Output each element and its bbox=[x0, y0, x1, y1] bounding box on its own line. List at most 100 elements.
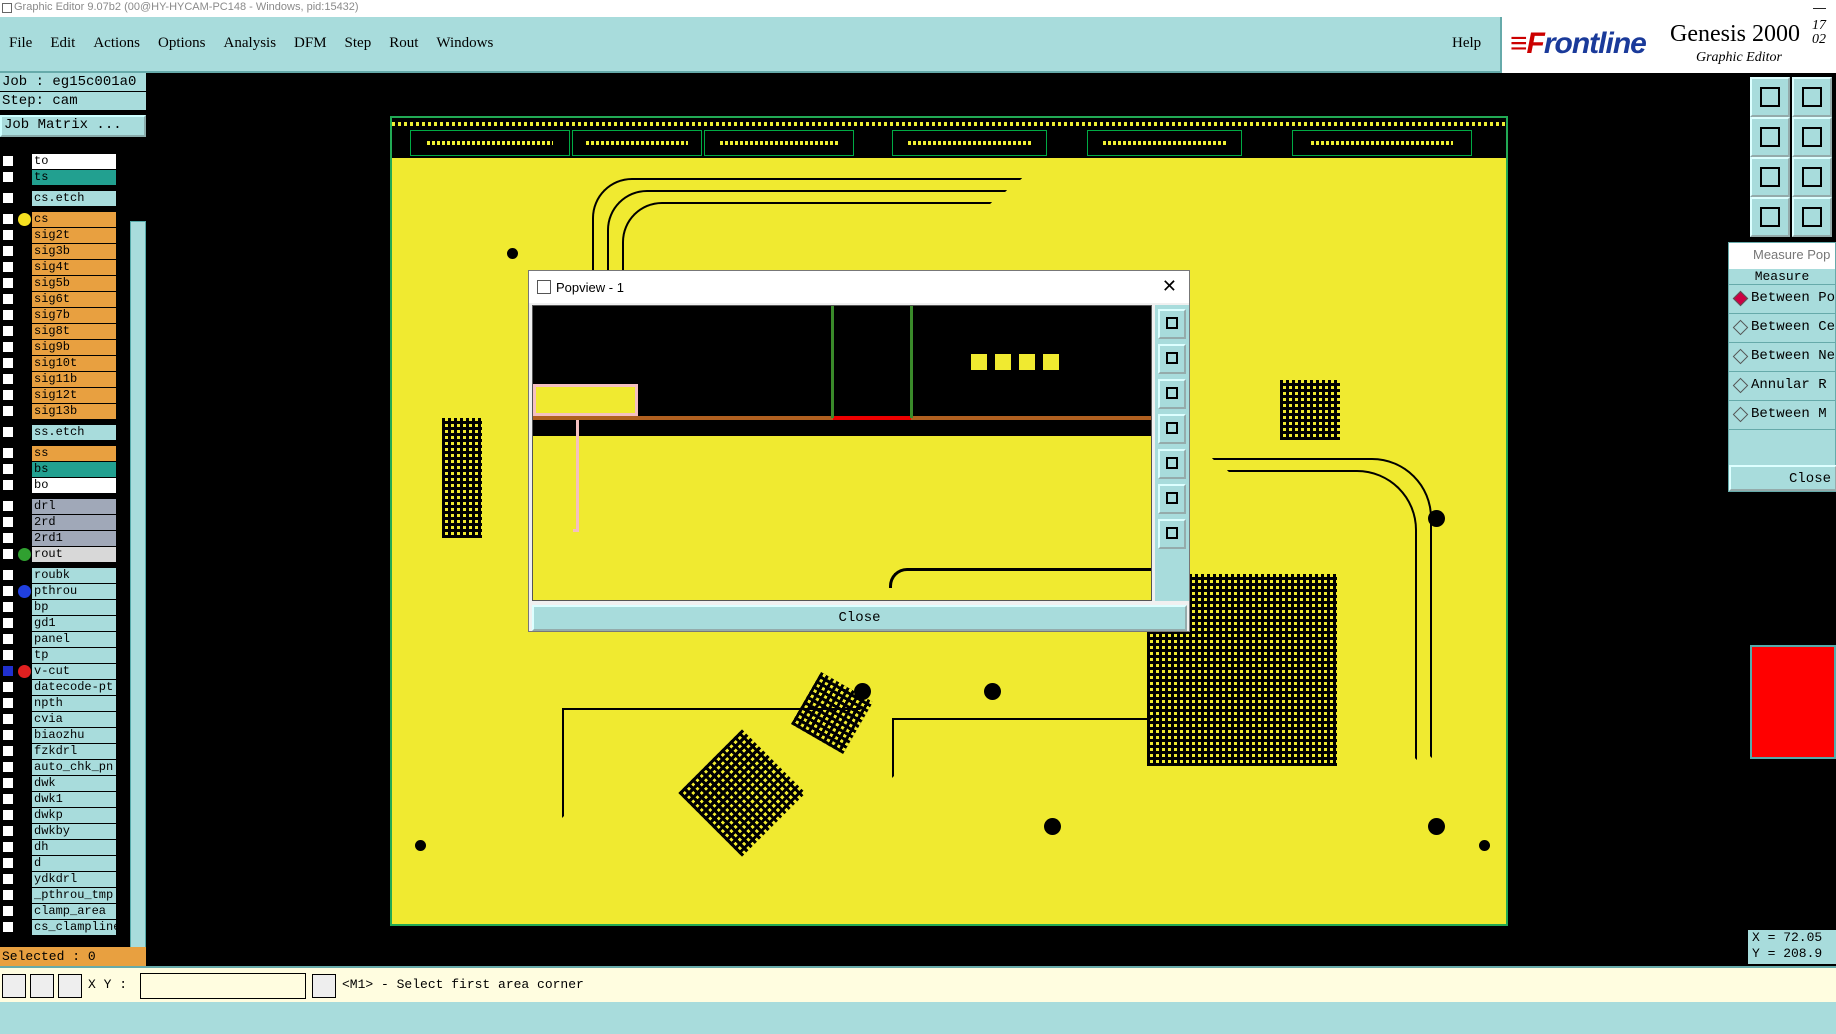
layer-row[interactable]: cs_clampline bbox=[0, 919, 128, 935]
layer-checkbox[interactable] bbox=[2, 516, 14, 528]
layer-scrollbar[interactable] bbox=[130, 221, 146, 1011]
layer-row[interactable]: dwk1 bbox=[0, 791, 128, 807]
measure-close-button[interactable]: Close bbox=[1729, 465, 1836, 491]
layer-row[interactable]: sig11b bbox=[0, 371, 128, 387]
layer-checkbox[interactable] bbox=[2, 617, 14, 629]
menu-rout[interactable]: Rout bbox=[380, 35, 427, 52]
menu-options[interactable]: Options bbox=[149, 35, 215, 52]
popview-left-icon[interactable] bbox=[1158, 414, 1186, 444]
layer-checkbox[interactable] bbox=[2, 761, 14, 773]
snap-tool-icon[interactable] bbox=[58, 974, 82, 998]
layer-checkbox[interactable] bbox=[2, 426, 14, 438]
layer-row[interactable]: 2rd1 bbox=[0, 530, 128, 546]
menu-edit[interactable]: Edit bbox=[41, 35, 84, 52]
layer-row[interactable]: sig2t bbox=[0, 227, 128, 243]
measure-option[interactable]: Annular R bbox=[1729, 372, 1835, 401]
layer-row[interactable]: bs bbox=[0, 461, 128, 477]
layer-row[interactable]: pthrou bbox=[0, 583, 128, 599]
layer-row[interactable]: tp bbox=[0, 647, 128, 663]
layer-row[interactable]: fzkdrl bbox=[0, 743, 128, 759]
layer-row[interactable]: to bbox=[0, 153, 128, 169]
layer-checkbox[interactable] bbox=[2, 389, 14, 401]
layer-row[interactable]: sig12t bbox=[0, 387, 128, 403]
layer-checkbox[interactable] bbox=[2, 325, 14, 337]
layer-row[interactable]: sig8t bbox=[0, 323, 128, 339]
layer-row[interactable]: auto_chk_pn bbox=[0, 759, 128, 775]
layer-row[interactable]: bp bbox=[0, 599, 128, 615]
layer-row[interactable]: ss.etch bbox=[0, 424, 128, 440]
layer-checkbox[interactable] bbox=[2, 841, 14, 853]
layer-checkbox[interactable] bbox=[2, 857, 14, 869]
layer-checkbox[interactable] bbox=[2, 825, 14, 837]
layer-row[interactable]: dwkby bbox=[0, 823, 128, 839]
layer-checkbox[interactable] bbox=[2, 500, 14, 512]
layer-checkbox[interactable] bbox=[2, 532, 14, 544]
layer-row[interactable]: sig3b bbox=[0, 243, 128, 259]
zoom-in-icon[interactable] bbox=[1750, 77, 1790, 117]
layer-checkbox[interactable] bbox=[2, 793, 14, 805]
layer-checkbox[interactable] bbox=[2, 479, 14, 491]
zoom-out-icon[interactable] bbox=[1792, 77, 1832, 117]
layer-checkbox[interactable] bbox=[2, 245, 14, 257]
layer-checkbox[interactable] bbox=[2, 309, 14, 321]
layer-checkbox[interactable] bbox=[2, 277, 14, 289]
layer-checkbox[interactable] bbox=[2, 681, 14, 693]
menu-step[interactable]: Step bbox=[336, 35, 381, 52]
layer-row[interactable]: cs bbox=[0, 211, 128, 227]
layer-row[interactable]: ts bbox=[0, 169, 128, 185]
layer-row[interactable]: sig5b bbox=[0, 275, 128, 291]
layer-row[interactable]: bo bbox=[0, 477, 128, 493]
measure-tool-icon[interactable] bbox=[30, 974, 54, 998]
measure-option[interactable]: Between Po bbox=[1729, 285, 1835, 314]
menu-windows[interactable]: Windows bbox=[427, 35, 502, 52]
pan-left-icon[interactable] bbox=[1750, 117, 1790, 157]
layer-checkbox[interactable] bbox=[2, 229, 14, 241]
layer-row[interactable]: npth bbox=[0, 695, 128, 711]
layer-checkbox[interactable] bbox=[2, 745, 14, 757]
minimize-icon[interactable]: — bbox=[1813, 0, 1826, 15]
layer-row[interactable]: clamp_area bbox=[0, 903, 128, 919]
measure-option[interactable]: Between Ne bbox=[1729, 343, 1835, 372]
menu-dfm[interactable]: DFM bbox=[285, 35, 336, 52]
layer-checkbox[interactable] bbox=[2, 192, 14, 204]
popview-canvas[interactable] bbox=[532, 305, 1152, 601]
layer-checkbox[interactable] bbox=[2, 633, 14, 645]
menu-actions[interactable]: Actions bbox=[84, 35, 149, 52]
layer-row[interactable]: dh bbox=[0, 839, 128, 855]
grid-icon[interactable] bbox=[1792, 197, 1832, 237]
layer-row[interactable]: sig9b bbox=[0, 339, 128, 355]
layer-checkbox[interactable] bbox=[2, 341, 14, 353]
layer-checkbox[interactable] bbox=[2, 447, 14, 459]
menu-file[interactable]: File bbox=[0, 35, 41, 52]
xy-input[interactable] bbox=[140, 973, 306, 999]
fit-home-icon[interactable] bbox=[1750, 157, 1790, 197]
measure-option[interactable]: Between Ce bbox=[1729, 314, 1835, 343]
layer-row[interactable]: cs.etch bbox=[0, 190, 128, 206]
layer-checkbox[interactable] bbox=[2, 649, 14, 661]
layer-checkbox[interactable] bbox=[2, 809, 14, 821]
layer-row[interactable]: cvia bbox=[0, 711, 128, 727]
layer-checkbox[interactable] bbox=[2, 463, 14, 475]
layer-checkbox[interactable] bbox=[2, 357, 14, 369]
layer-row[interactable]: 2rd bbox=[0, 514, 128, 530]
redraw-icon[interactable] bbox=[1750, 197, 1790, 237]
layer-checkbox[interactable] bbox=[2, 873, 14, 885]
layer-checkbox[interactable] bbox=[2, 261, 14, 273]
layer-checkbox[interactable] bbox=[2, 921, 14, 933]
layer-row[interactable]: datecode-pt bbox=[0, 679, 128, 695]
layer-checkbox[interactable] bbox=[2, 905, 14, 917]
layer-checkbox[interactable] bbox=[2, 889, 14, 901]
layer-checkbox[interactable] bbox=[2, 171, 14, 183]
layer-checkbox[interactable] bbox=[2, 697, 14, 709]
popview-zoom-icon[interactable] bbox=[1158, 309, 1186, 339]
layer-checkbox[interactable] bbox=[2, 569, 14, 581]
job-matrix-button[interactable]: Job Matrix ... bbox=[0, 115, 146, 137]
menu-analysis[interactable]: Analysis bbox=[215, 35, 286, 52]
layer-row[interactable]: sig4t bbox=[0, 259, 128, 275]
layer-row[interactable]: ydkdrl bbox=[0, 871, 128, 887]
layer-row[interactable]: drl bbox=[0, 498, 128, 514]
measure-option[interactable]: Between M bbox=[1729, 401, 1835, 430]
layer-row[interactable]: dwkp bbox=[0, 807, 128, 823]
layer-row[interactable]: d bbox=[0, 855, 128, 871]
layer-row[interactable]: sig7b bbox=[0, 307, 128, 323]
